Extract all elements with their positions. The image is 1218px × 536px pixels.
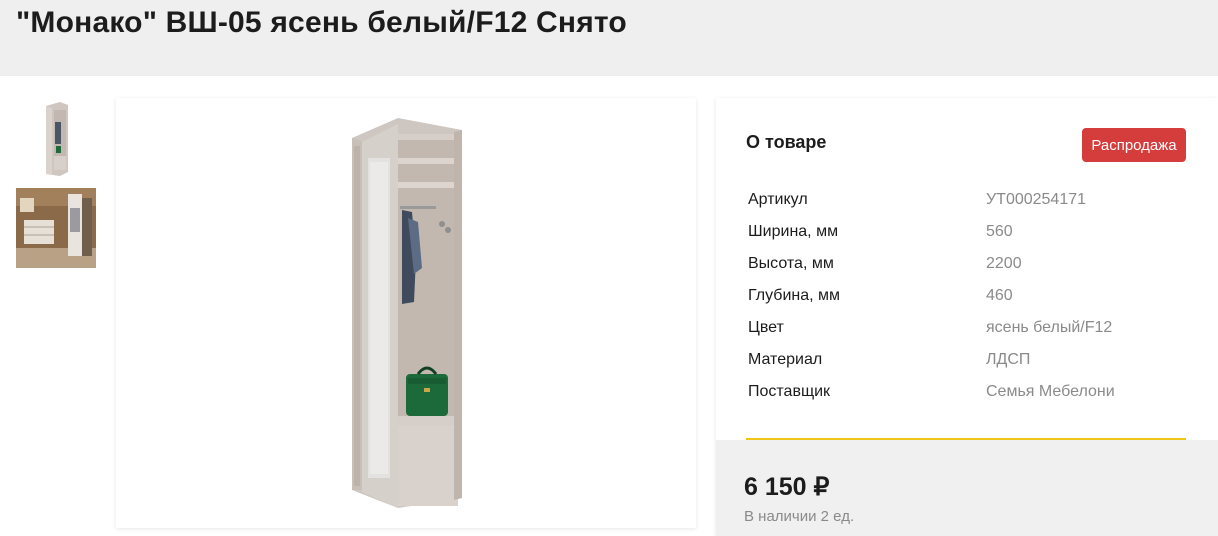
spec-row-article: Артикул УТ000254171 [748, 184, 1188, 216]
spec-row-depth: Глубина, мм 460 [748, 280, 1188, 312]
product-info-panel: О товаре Распродажа Артикул УТ000254171 … [716, 98, 1218, 536]
page-header: "Монако" ВШ-05 ясень белый/F12 Снято [0, 0, 1218, 76]
wardrobe-thumbnail-image [16, 98, 96, 178]
spec-name: Материал [748, 351, 823, 368]
spec-name: Цвет [748, 319, 784, 336]
spec-name: Высота, мм [748, 255, 834, 272]
about-product-heading: О товаре [746, 132, 827, 152]
spec-value: ЛДСП [986, 351, 1031, 368]
sale-badge[interactable]: Распродажа [1082, 128, 1186, 162]
spec-value: Семья Мебелони [986, 383, 1115, 400]
spec-row-supplier: Поставщик Семья Мебелони [748, 376, 1188, 408]
price-value: 6 150 ₽ [744, 473, 830, 501]
stock-status: В наличии 2 ед. [744, 508, 855, 525]
price-section: 6 150 ₽ В наличии 2 ед. [716, 440, 1218, 536]
spec-value: ясень белый/F12 [986, 319, 1113, 336]
spec-value: 560 [986, 223, 1013, 240]
spec-value: 2200 [986, 255, 1022, 272]
spec-row-color: Цвет ясень белый/F12 [748, 312, 1188, 344]
page-title: "Монако" ВШ-05 ясень белый/F12 Снято [16, 6, 627, 39]
spec-name: Глубина, мм [748, 287, 841, 304]
spec-value: 460 [986, 287, 1013, 304]
spec-row-width: Ширина, мм 560 [748, 216, 1188, 248]
interior-thumbnail-image [16, 188, 96, 268]
spec-name: Ширина, мм [748, 223, 839, 240]
wardrobe-product-image [116, 98, 696, 528]
spec-row-height: Высота, мм 2200 [748, 248, 1188, 280]
spec-name: Артикул [748, 191, 808, 208]
spec-value: УТ000254171 [986, 191, 1087, 208]
specs-list: Артикул УТ000254171 Ширина, мм 560 Высот… [748, 184, 1188, 408]
spec-row-material: Материал ЛДСП [748, 344, 1188, 376]
thumbnail-interior[interactable] [16, 188, 96, 268]
spec-name: Поставщик [748, 383, 831, 400]
thumbnail-wardrobe[interactable] [16, 98, 96, 178]
main-product-image[interactable] [116, 98, 696, 528]
